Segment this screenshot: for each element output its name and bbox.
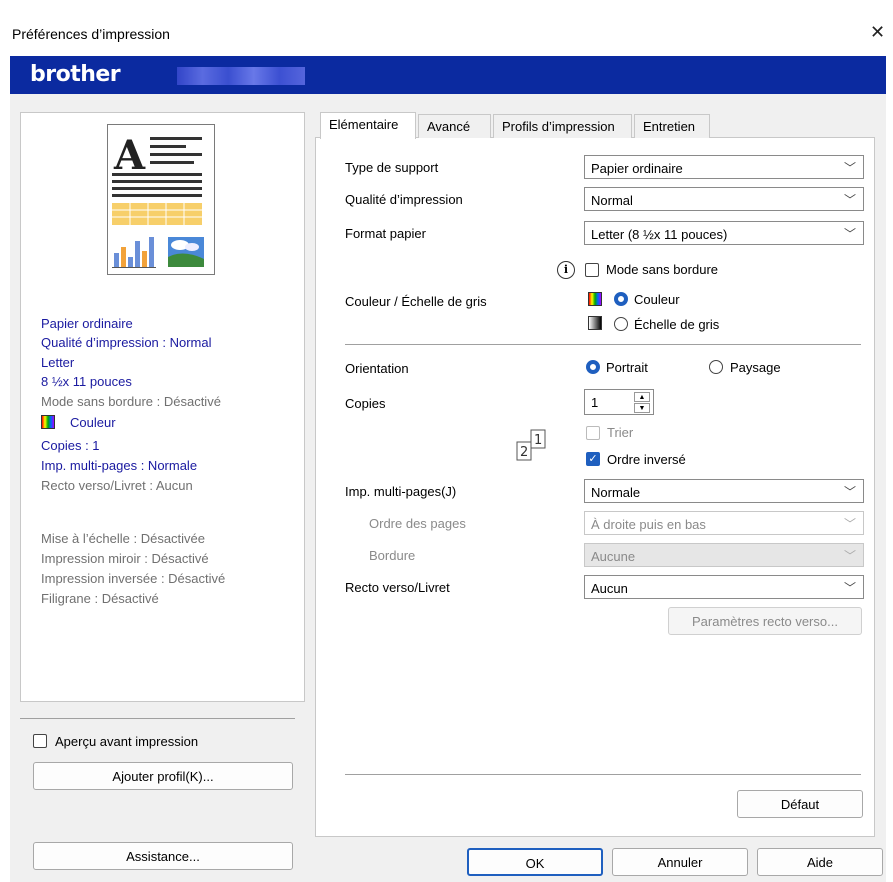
summary-format: Letter <box>41 355 75 370</box>
multipage-label: Imp. multi-pages(J) <box>345 484 457 499</box>
summary-media: Papier ordinaire <box>41 316 133 331</box>
border-value: Aucune <box>591 549 636 564</box>
media-type-label: Type de support <box>345 160 439 175</box>
close-icon[interactable]: ✕ <box>870 22 885 43</box>
copies-label: Copies <box>345 396 386 411</box>
copies-value: 1 <box>591 395 599 410</box>
color-swatch-icon <box>588 292 602 306</box>
border-select[interactable]: Aucune ﹀ <box>584 543 864 567</box>
title-bar: Préférences d’impression ✕ <box>0 0 893 56</box>
summary-color: Couleur <box>70 415 116 430</box>
copies-spinbox[interactable]: 1 ▲ ▼ <box>584 389 654 415</box>
tab-avance[interactable]: Avancé <box>418 114 491 138</box>
svg-text:A: A <box>113 132 146 179</box>
default-button[interactable]: Défaut <box>737 790 863 818</box>
document-preview-icon: A <box>107 124 215 275</box>
chevron-down-icon: ﹀ <box>843 549 856 563</box>
chevron-down-icon: ﹀ <box>843 581 856 595</box>
chevron-down-icon: ﹀ <box>843 161 856 175</box>
preview-checkbox-label: Aperçu avant impression <box>55 734 199 749</box>
borderless-checkbox[interactable] <box>585 263 599 277</box>
ok-button[interactable]: OK <box>467 848 603 876</box>
reverse-order-checkbox[interactable]: ✓ <box>586 452 600 466</box>
spin-down-icon[interactable]: ▼ <box>634 403 650 413</box>
cancel-button[interactable]: Annuler <box>612 848 748 876</box>
quality-label: Qualité d’impression <box>345 192 463 207</box>
svg-text:2: 2 <box>520 445 528 460</box>
duplex-label: Recto verso/Livret <box>345 580 450 595</box>
border-label: Bordure <box>369 548 416 563</box>
grayscale-swatch-icon <box>588 316 602 330</box>
media-type-select[interactable]: Papier ordinaire ﹀ <box>584 155 864 179</box>
tab-profils[interactable]: Profils d’impression <box>493 114 632 138</box>
summary-reverse: Impression inversée : Désactivé <box>41 571 226 586</box>
page-order-value: À droite puis en bas <box>591 517 706 532</box>
svg-text:1: 1 <box>534 433 542 448</box>
summary-duplex: Recto verso/Livret : Aucun <box>41 478 193 493</box>
collate-pages-icon: 1 2 <box>513 428 553 462</box>
duplex-select[interactable]: Aucun ﹀ <box>584 575 864 599</box>
settings-divider <box>345 344 861 345</box>
summary-scaling: Mise à l’échelle : Désactivée <box>41 531 206 546</box>
add-profile-button[interactable]: Ajouter profil(K)... <box>33 762 293 790</box>
quality-select[interactable]: Normal ﹀ <box>584 187 864 211</box>
portrait-label: Portrait <box>606 360 648 375</box>
chevron-down-icon: ﹀ <box>843 517 856 531</box>
format-label: Format papier <box>345 226 426 241</box>
preview-checkbox[interactable] <box>33 734 47 748</box>
landscape-label: Paysage <box>730 360 781 375</box>
color-option-label: Couleur <box>634 292 680 307</box>
borderless-label: Mode sans bordure <box>606 262 719 277</box>
page-order-label: Ordre des pages <box>369 516 466 531</box>
duplex-value: Aucun <box>591 581 628 596</box>
summary-multipage: Imp. multi-pages : Normale <box>41 458 198 473</box>
summary-borderless: Mode sans bordure : Désactivé <box>41 394 221 409</box>
duplex-settings-button[interactable]: Paramètres recto verso... <box>668 607 862 635</box>
summary-quality: Qualité d’impression : Normal <box>41 335 212 350</box>
landscape-radio[interactable] <box>709 360 723 374</box>
color-mode-label: Couleur / Échelle de gris <box>345 294 487 309</box>
bottom-divider <box>345 774 861 775</box>
brand-banner <box>10 56 886 94</box>
summary-mirror: Impression miroir : Désactivé <box>41 551 209 566</box>
collate-label: Trier <box>607 425 634 440</box>
quality-value: Normal <box>591 193 633 208</box>
model-name-redacted <box>177 67 305 85</box>
summary-watermark: Filigrane : Désactivé <box>41 591 159 606</box>
tab-entretien[interactable]: Entretien <box>634 114 710 138</box>
brother-logo: brother <box>30 62 121 87</box>
spin-up-icon[interactable]: ▲ <box>634 392 650 402</box>
summary-format-size: 8 ½x 11 pouces <box>41 374 132 389</box>
summary-copies: Copies : 1 <box>41 438 100 453</box>
chevron-down-icon: ﹀ <box>843 193 856 207</box>
info-icon[interactable]: i <box>557 261 575 279</box>
help-button[interactable]: Aide <box>757 848 883 876</box>
format-select[interactable]: Letter (8 ½x 11 pouces) ﹀ <box>584 221 864 245</box>
reverse-order-label: Ordre inversé <box>607 452 686 467</box>
multipage-value: Normale <box>591 485 641 500</box>
grayscale-option-label: Échelle de gris <box>634 317 720 332</box>
orientation-label: Orientation <box>345 361 409 376</box>
media-type-value: Papier ordinaire <box>591 161 683 176</box>
color-radio[interactable] <box>614 292 628 306</box>
left-divider <box>20 718 295 719</box>
support-button[interactable]: Assistance... <box>33 842 293 870</box>
multipage-select[interactable]: Normale ﹀ <box>584 479 864 503</box>
page-order-select[interactable]: À droite puis en bas ﹀ <box>584 511 864 535</box>
format-value: Letter (8 ½x 11 pouces) <box>591 227 728 242</box>
collate-checkbox[interactable] <box>586 426 600 440</box>
chevron-down-icon: ﹀ <box>843 227 856 241</box>
tab-elementaire[interactable]: Elémentaire <box>320 112 416 139</box>
color-swatch-icon <box>41 415 55 429</box>
portrait-radio[interactable] <box>586 360 600 374</box>
grayscale-radio[interactable] <box>614 317 628 331</box>
chevron-down-icon: ﹀ <box>843 485 856 499</box>
window-title: Préférences d’impression <box>12 26 170 42</box>
